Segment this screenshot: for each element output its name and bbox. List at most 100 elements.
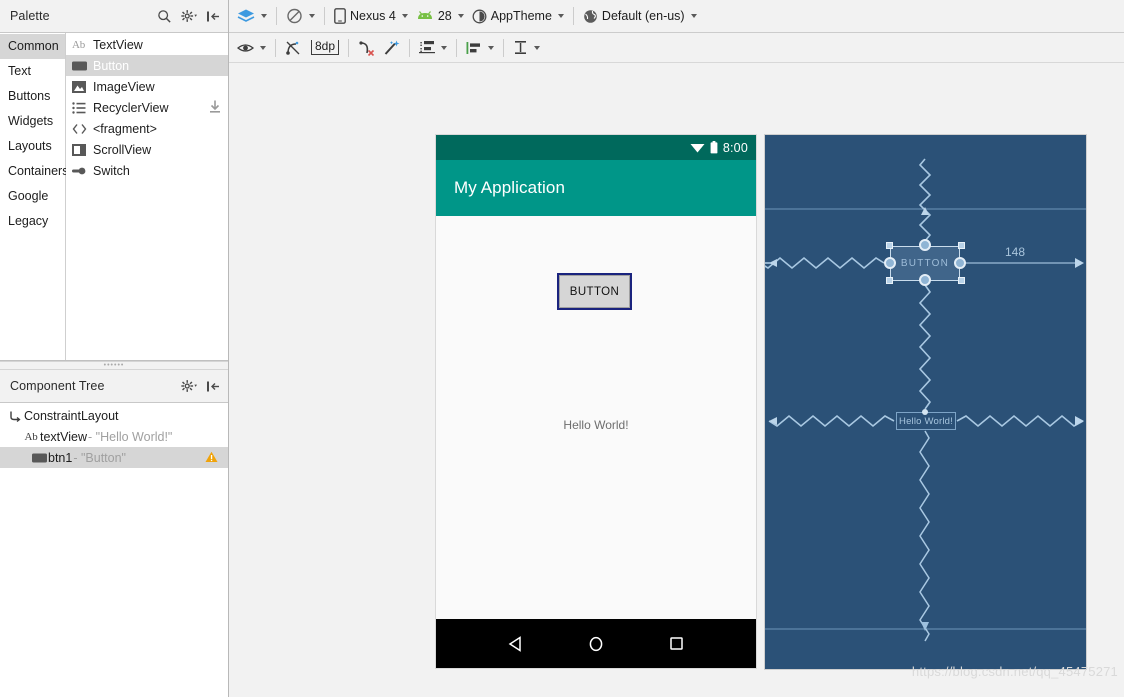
palette-category-widgets[interactable]: Widgets xyxy=(0,109,65,134)
vertical-distribute-icon xyxy=(513,40,528,55)
design-surface-icon xyxy=(237,8,255,24)
palette-category-common[interactable]: Common xyxy=(0,34,65,59)
button-icon xyxy=(30,453,48,463)
palette-item-imageview[interactable]: ImageView xyxy=(66,76,228,97)
wifi-icon xyxy=(690,142,705,153)
theme-label: AppTheme xyxy=(490,9,552,23)
design-canvas[interactable]: 8:00 My Application BUTTON Hello World! xyxy=(229,63,1124,697)
vertical-distribute-selector[interactable] xyxy=(509,36,544,60)
search-icon[interactable] xyxy=(157,9,172,24)
android-api-icon xyxy=(416,10,434,22)
infer-constraints-magic-icon xyxy=(383,40,400,56)
palette-item-scrollview[interactable]: ScrollView xyxy=(66,139,228,160)
palette-category-legacy[interactable]: Legacy xyxy=(0,209,65,234)
palette-item-label: RecyclerView xyxy=(93,100,169,115)
constraint-anchor-top[interactable] xyxy=(919,239,931,251)
device-status-bar: 8:00 xyxy=(436,135,756,160)
tree-row-btn1[interactable]: btn1 - "Button" xyxy=(0,447,228,468)
palette-item-button[interactable]: Button xyxy=(66,55,228,76)
collapse-panel-icon[interactable] xyxy=(206,380,220,393)
tree-row-constraintlayout[interactable]: ConstraintLayout xyxy=(0,405,228,426)
palette-item-label: ImageView xyxy=(93,79,155,94)
toolbar-separator xyxy=(503,38,505,57)
locale-selector[interactable]: Default (en-us) xyxy=(579,4,701,28)
align-selector[interactable] xyxy=(462,36,498,60)
design-toolbar-row2: 8dp xyxy=(229,33,1124,63)
eye-visibility-icon xyxy=(237,42,254,54)
panel-splitter[interactable]: •••••• xyxy=(0,361,228,370)
download-icon[interactable] xyxy=(209,100,221,113)
palette-category-google[interactable]: Google xyxy=(0,184,65,209)
default-margin-value[interactable]: 8dp xyxy=(305,36,343,60)
tree-node-name: btn1 xyxy=(48,450,73,465)
resize-handle-top-right[interactable] xyxy=(958,242,965,249)
left-panels-column: Palette Common Text Buttons Widgets Layo… xyxy=(0,0,229,697)
palette-item-switch[interactable]: Switch xyxy=(66,160,228,181)
device-selector[interactable]: Nexus 4 xyxy=(330,4,412,28)
palette-category-buttons[interactable]: Buttons xyxy=(0,84,65,109)
palette-item-fragment[interactable]: <fragment> xyxy=(66,118,228,139)
constraint-anchor-right[interactable] xyxy=(954,257,966,269)
palette-item-label: <fragment> xyxy=(93,121,157,136)
toggle-autoconnect-button[interactable] xyxy=(281,36,305,60)
chevron-down-icon xyxy=(534,45,541,50)
palette-widget-list: Ab TextView Button ImageView RecyclerVie… xyxy=(66,33,228,360)
theme-icon xyxy=(472,9,487,24)
resize-handle-top-left[interactable] xyxy=(886,242,893,249)
toolbar-separator xyxy=(409,38,411,57)
guidelines-selector[interactable] xyxy=(415,36,451,60)
toolbar-separator xyxy=(324,7,325,25)
device-content-area[interactable]: BUTTON Hello World! xyxy=(436,216,756,619)
tree-node-value: - "Button" xyxy=(73,450,126,465)
scroll-icon xyxy=(72,143,89,157)
api-level-selector[interactable]: 28 xyxy=(412,4,468,28)
home-circle-icon[interactable] xyxy=(587,635,605,653)
constraint-layout-icon xyxy=(6,410,24,422)
guidelines-icon xyxy=(419,40,436,55)
palette-category-layouts[interactable]: Layouts xyxy=(0,134,65,159)
palette-body: Common Text Buttons Widgets Layouts Cont… xyxy=(0,33,228,361)
palette-item-recyclerview[interactable]: RecyclerView xyxy=(66,97,228,118)
tree-row-textview[interactable]: Ab textView - "Hello World!" xyxy=(0,426,228,447)
blueprint-preview[interactable]: BUTTON 148 Hello World! xyxy=(765,135,1086,669)
clear-all-constraints-button[interactable] xyxy=(354,36,379,60)
recents-square-icon[interactable] xyxy=(668,635,685,652)
resize-handle-bottom-left[interactable] xyxy=(886,277,893,284)
chevron-down-icon xyxy=(457,14,464,18)
collapse-panel-icon[interactable] xyxy=(206,10,220,23)
component-tree-header: Component Tree xyxy=(0,370,228,403)
theme-selector[interactable]: AppTheme xyxy=(468,4,568,28)
palette-item-textview[interactable]: Ab TextView xyxy=(66,34,228,55)
chevron-down-icon xyxy=(309,14,315,18)
component-tree-body: ConstraintLayout Ab textView - "Hello Wo… xyxy=(0,403,228,697)
visibility-selector[interactable] xyxy=(233,36,270,60)
constraint-anchor-hello-top[interactable] xyxy=(922,409,928,415)
palette-title: Palette xyxy=(10,9,50,23)
locale-globe-icon xyxy=(583,9,598,24)
toolbar-separator xyxy=(276,7,277,25)
device-preview[interactable]: 8:00 My Application BUTTON Hello World! xyxy=(436,135,756,668)
resize-handle-bottom-right[interactable] xyxy=(958,277,965,284)
gear-icon[interactable] xyxy=(181,9,197,23)
gear-icon[interactable] xyxy=(181,379,197,393)
preview-textview-hello[interactable]: Hello World! xyxy=(436,418,756,432)
api-level-label: 28 xyxy=(437,9,452,23)
constraint-anchor-bottom[interactable] xyxy=(919,274,931,286)
constraint-anchor-left[interactable] xyxy=(884,257,896,269)
palette-item-label: TextView xyxy=(93,37,143,52)
palette-category-text[interactable]: Text xyxy=(0,59,65,84)
tree-node-name: ConstraintLayout xyxy=(24,408,119,423)
device-clock: 8:00 xyxy=(722,140,748,155)
palette-category-containers[interactable]: Containers xyxy=(0,159,68,184)
design-surface-selector[interactable] xyxy=(233,4,271,28)
warning-icon[interactable] xyxy=(205,451,218,463)
infer-constraints-button[interactable] xyxy=(379,36,404,60)
preview-button-btn1[interactable]: BUTTON xyxy=(559,275,630,308)
orientation-icon xyxy=(286,8,303,24)
ab-text-icon: Ab xyxy=(72,38,86,51)
back-triangle-icon[interactable] xyxy=(507,635,525,653)
orientation-selector[interactable] xyxy=(282,4,319,28)
palette-header-icons xyxy=(157,9,220,24)
blueprint-margin-label: 148 xyxy=(1005,245,1026,259)
battery-icon xyxy=(710,141,718,154)
